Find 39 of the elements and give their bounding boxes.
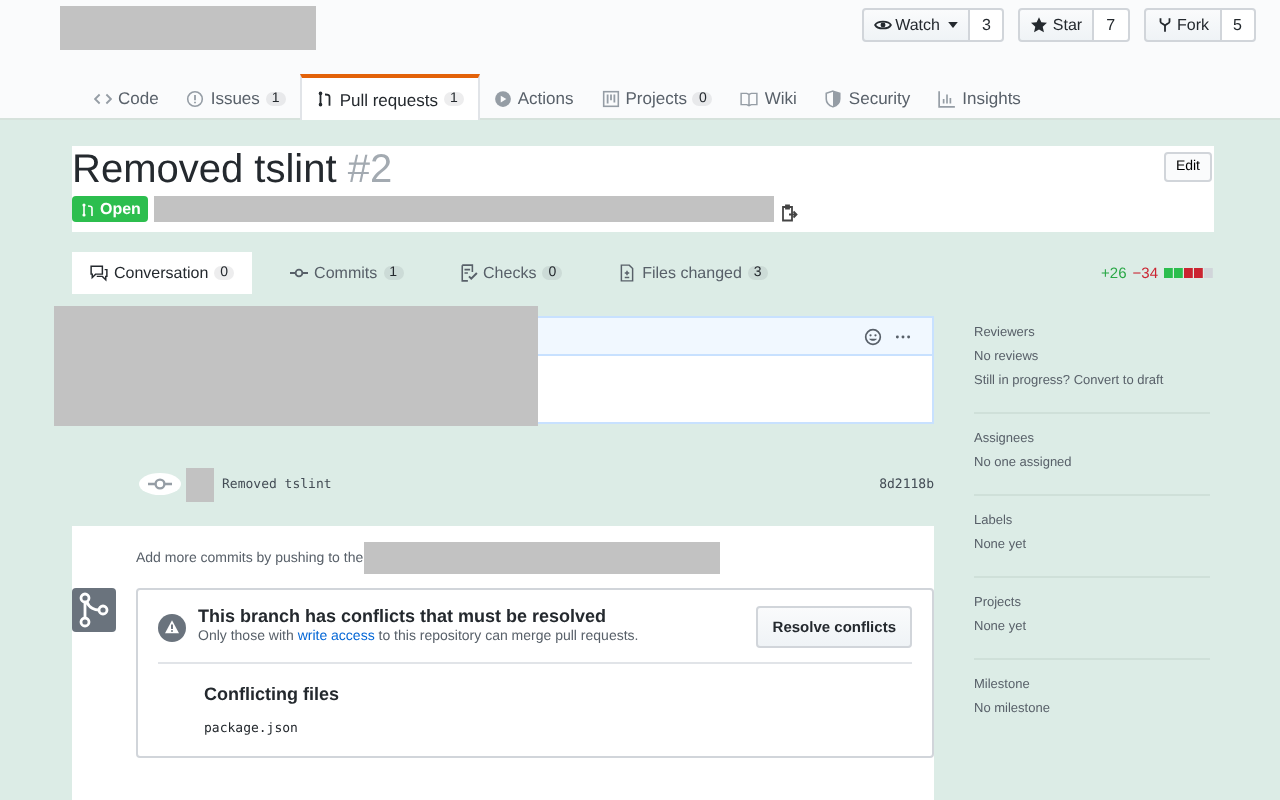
warning-icon	[158, 614, 186, 642]
shield-icon	[824, 89, 843, 107]
conflict-title: This branch has conflicts that must be resolved	[198, 606, 609, 626]
status-badge: Open	[72, 196, 149, 222]
play-icon	[493, 89, 512, 107]
graph-icon	[938, 89, 957, 107]
caret-icon	[947, 22, 958, 28]
repo-action-button[interactable]: Star	[1018, 8, 1095, 42]
action-count[interactable]: 5	[1221, 8, 1256, 42]
pr-title: Removed tslint #2	[72, 146, 393, 194]
issue-icon	[186, 89, 205, 107]
pr-number: #2	[347, 148, 393, 192]
repo-action-button[interactable]: Watch	[861, 8, 970, 42]
book-icon	[740, 89, 759, 107]
repo-tab[interactable]: Actions	[479, 74, 588, 118]
repo-tab[interactable]: Code	[80, 74, 173, 118]
pull-request-icon	[80, 201, 96, 217]
commit-icon	[290, 264, 309, 282]
pull-request-icon	[315, 90, 334, 108]
action-count[interactable]: 7	[1094, 8, 1130, 42]
action-count[interactable]: 3	[969, 8, 1005, 42]
board-icon	[601, 89, 620, 107]
eye-icon	[873, 16, 892, 34]
repo-tab[interactable]: Security	[810, 74, 925, 118]
clipboard-icon[interactable]	[780, 204, 799, 222]
smiley-icon[interactable]	[864, 327, 882, 345]
code-icon	[94, 89, 112, 107]
repo-tab[interactable]: Insights	[924, 74, 1035, 118]
fork-icon	[1155, 16, 1174, 34]
star-icon	[1030, 16, 1049, 34]
comment-icon	[90, 264, 108, 282]
commit-icon	[138, 472, 182, 496]
repo-tab[interactable]: Wiki	[726, 74, 811, 118]
file-icon	[618, 264, 637, 282]
conflicting-files-heading: Conflicting files	[204, 684, 341, 704]
avatar-placeholder	[186, 467, 214, 501]
diff-blocks-icon	[1164, 268, 1214, 278]
repo-action-button[interactable]: Fork	[1143, 8, 1222, 42]
checklist-icon	[459, 264, 478, 282]
